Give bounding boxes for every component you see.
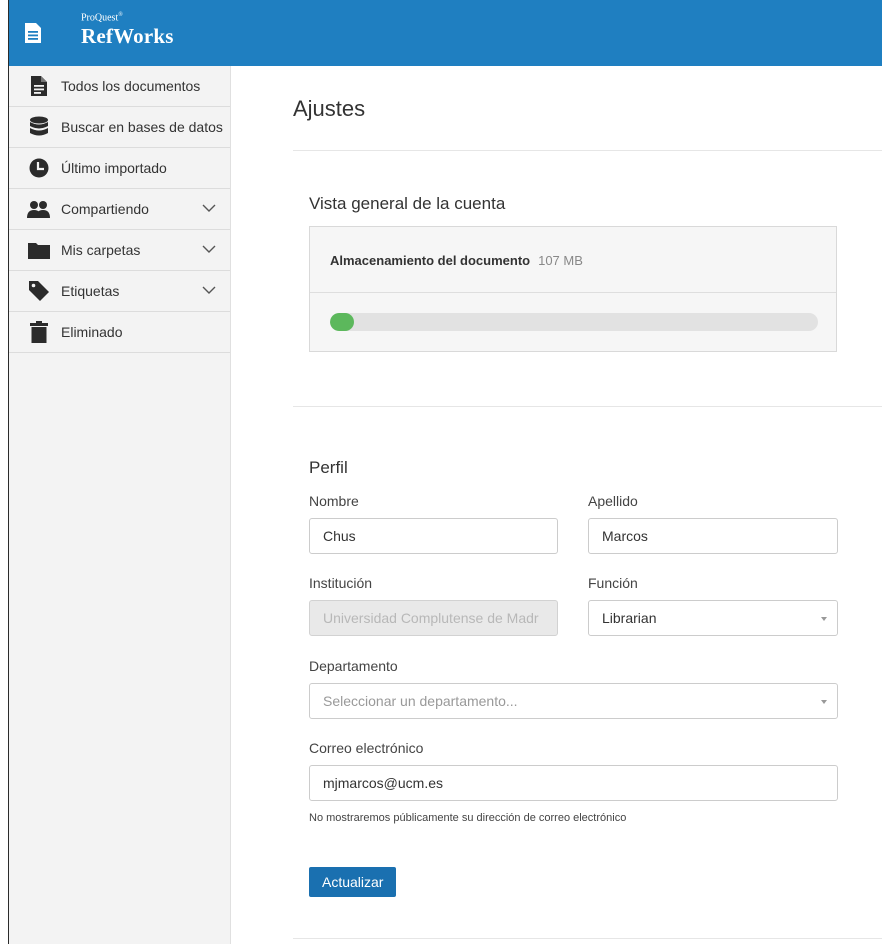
update-button[interactable]: Actualizar (309, 867, 397, 897)
sidebar-item-compartiendo[interactable]: Compartiendo (9, 189, 230, 230)
settings-main: Ajustes Vista general de la cuenta Almac… (231, 66, 882, 944)
sidebar-item-label: Todos los documentos (61, 78, 201, 94)
sidebar-item-label: Eliminado (61, 324, 123, 340)
top-bar: ProQuest® RefWorks (9, 0, 882, 66)
storage-value: 107 MB (538, 253, 583, 268)
app-document-icon[interactable] (9, 0, 57, 66)
role-selected-value: Librarian (602, 610, 657, 626)
tag-icon (23, 271, 55, 311)
chevron-down-icon[interactable] (202, 283, 216, 302)
divider (293, 938, 882, 939)
sidebar-item-label: Último importado (61, 160, 167, 176)
department-label: Departamento (309, 658, 398, 674)
trash-icon (23, 312, 55, 352)
sidebar-item-mis-carpetas[interactable]: Mis carpetas (9, 230, 230, 271)
sidebar-item-label: Compartiendo (61, 201, 149, 217)
sidebar-item-label: Mis carpetas (61, 242, 141, 258)
storage-progress-bar (330, 313, 818, 331)
sidebar-item-label: Buscar en bases de datos (61, 119, 223, 135)
institution-label: Institución (309, 575, 373, 591)
brand-proquest: ProQuest (81, 12, 119, 24)
page-title: Ajustes (293, 96, 366, 121)
email-hint: No mostraremos públicamente su dirección… (309, 812, 627, 824)
database-icon (23, 107, 55, 147)
document-icon (23, 66, 55, 106)
storage-label: Almacenamiento del documento (330, 253, 531, 268)
folder-icon (23, 230, 55, 270)
storage-row: Almacenamiento del documento 107 MB (330, 253, 583, 268)
account-section-title: Vista general de la cuenta (309, 194, 506, 213)
department-placeholder: Seleccionar un departamento... (323, 693, 518, 709)
last-name-label: Apellido (588, 493, 638, 509)
first-name-field[interactable] (309, 518, 558, 554)
clock-icon (23, 148, 55, 188)
sidebar: Todos los documentos Buscar en bases de … (9, 66, 231, 944)
sidebar-item-label: Etiquetas (61, 283, 120, 299)
role-select[interactable]: Librarian (588, 600, 838, 636)
divider (310, 292, 836, 293)
profile-section-title: Perfil (309, 458, 348, 477)
caret-down-icon (821, 617, 827, 621)
sidebar-item-etiquetas[interactable]: Etiquetas (9, 271, 230, 312)
divider (293, 150, 882, 151)
institution-field (309, 600, 558, 636)
sidebar-item-todos-los-documentos[interactable]: Todos los documentos (9, 66, 230, 107)
people-icon (23, 189, 55, 229)
sidebar-item-eliminado[interactable]: Eliminado (9, 312, 230, 353)
storage-card: Almacenamiento del documento 107 MB (309, 226, 837, 352)
first-name-label: Nombre (309, 493, 359, 509)
app-window: ProQuest® RefWorks Todos los documentos … (8, 0, 882, 944)
sidebar-item-ultimo-importado[interactable]: Último importado (9, 148, 230, 189)
divider (293, 406, 882, 407)
last-name-field[interactable] (588, 518, 838, 554)
caret-down-icon (821, 700, 827, 704)
department-select[interactable]: Seleccionar un departamento... (309, 683, 838, 719)
email-field[interactable] (309, 765, 838, 801)
email-label: Correo electrónico (309, 740, 424, 756)
role-label: Función (588, 575, 638, 591)
chevron-down-icon[interactable] (202, 201, 216, 220)
brand-logo[interactable]: ProQuest® RefWorks (81, 9, 174, 48)
storage-progress-fill (330, 313, 355, 331)
brand-refworks: RefWorks (81, 24, 174, 49)
sidebar-item-buscar-en-bases-de-datos[interactable]: Buscar en bases de datos (9, 107, 230, 148)
chevron-down-icon[interactable] (202, 242, 216, 261)
